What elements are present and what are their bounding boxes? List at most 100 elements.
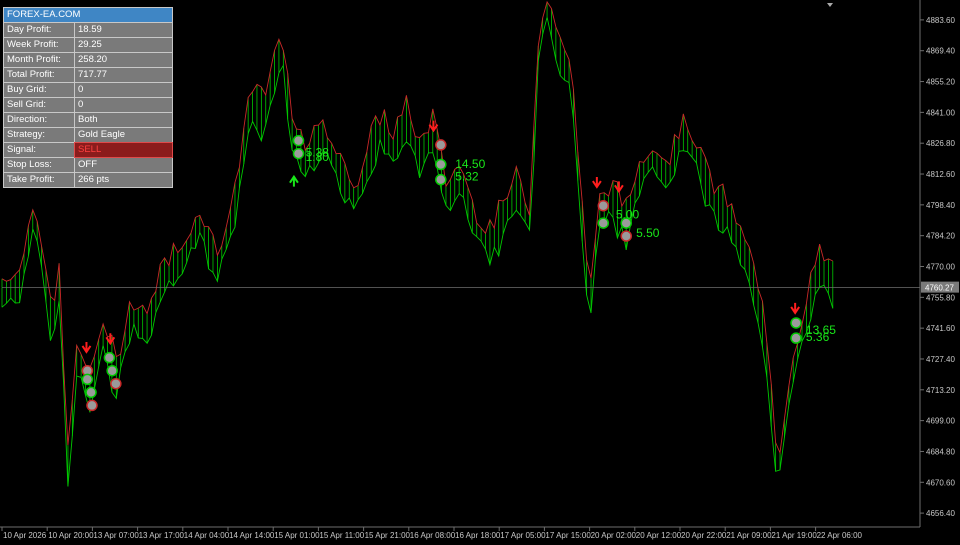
trade-circle-icon: [106, 364, 118, 377]
time-tick-label: 13 Apr 17:00: [139, 531, 185, 540]
time-tick-label: 17 Apr 15:00: [545, 531, 591, 540]
panel-row-label: Take Profit:: [4, 173, 75, 187]
time-tick-label: 15 Apr 11:00: [319, 531, 364, 540]
time-tick-label: 16 Apr 18:00: [455, 531, 501, 540]
trade-circle-icon: [620, 230, 632, 242]
panel-row: Sell Grid: 0: [3, 98, 173, 113]
time-tick-label: 21 Apr 19:00: [771, 531, 817, 540]
trade-label: 5.00: [616, 207, 640, 221]
panel-row-value: 0: [78, 84, 84, 95]
panel-row-value: SELL: [74, 142, 173, 158]
time-tick-label: 14 Apr 14:00: [229, 531, 275, 540]
time-tick-label: 10 Apr 2026: [3, 531, 47, 540]
time-axis: 10 Apr 2026 10 Apr 20:00 13 Apr 07:00 13 Ap…: [0, 526, 920, 540]
trade-label: 5.36: [806, 330, 830, 344]
trade-circle-icon: [435, 139, 447, 151]
panel-row-label: Signal:: [4, 143, 75, 157]
panel-row-value: 266 pts: [78, 174, 110, 185]
panel-row-value: OFF: [78, 159, 97, 170]
price-tick-label: 4841.00: [926, 108, 955, 117]
trade-circle-icon: [597, 199, 610, 212]
panel-row: Stop Loss: OFF: [3, 158, 173, 173]
panel-row: Direction: Both: [3, 113, 173, 128]
trade-label: 1.80: [306, 150, 330, 164]
panel-row-value: Gold Eagle: [78, 129, 126, 140]
trade-circle-icon: [292, 134, 305, 147]
time-tick-label: 10 Apr 20:00: [48, 531, 94, 540]
current-price-label: 4760.27: [925, 284, 954, 293]
price-tick-label: 4684.80: [926, 447, 955, 456]
buy-arrow-icon: [289, 174, 299, 187]
panel-header: FOREX-EA.COM: [3, 7, 173, 23]
price-tick-label: 4670.60: [926, 478, 955, 487]
time-tick-label: 15 Apr 01:00: [274, 531, 320, 540]
trade-circle-icon: [435, 158, 447, 171]
trade-circle-icon: [110, 377, 122, 390]
panel-row: Week Profit: 29.25: [3, 38, 173, 53]
price-tick-label: 4727.40: [926, 355, 955, 364]
panel-row: Take Profit: 266 pts: [3, 173, 173, 188]
time-tick-label: 13 Apr 07:00: [93, 531, 139, 540]
panel-row: Signal: SELL: [3, 142, 173, 158]
time-tick-label: 15 Apr 21:00: [365, 531, 411, 540]
sell-arrow-icon: [81, 341, 92, 354]
trade-label: 5.50: [636, 226, 660, 240]
time-tick-label: 22 Apr 06:00: [817, 531, 863, 540]
sell-arrow-icon: [592, 177, 602, 189]
trade-label: 5.32: [455, 169, 479, 183]
price-tick-label: 4869.40: [926, 47, 955, 56]
panel-row-value: 29.25: [78, 39, 102, 50]
panel-row-value: 18.59: [78, 24, 102, 35]
price-tick-label: 4798.40: [926, 201, 955, 210]
price-tick-label: 4656.40: [926, 509, 955, 518]
scroll-caret-icon[interactable]: [827, 3, 833, 7]
sell-arrow-icon: [614, 181, 624, 194]
panel-row-value: Both: [78, 114, 98, 125]
panel-row-label: Total Profit:: [4, 68, 75, 82]
panel-row-label: Month Profit:: [4, 53, 75, 67]
panel-row: Day Profit: 18.59: [3, 23, 173, 38]
panel-row-label: Strategy:: [4, 128, 75, 142]
price-tick-label: 4812.60: [926, 170, 955, 179]
panel-row-value: 717.77: [78, 69, 108, 80]
trade-circle-icon: [86, 399, 98, 412]
trade-circle-icon: [790, 332, 802, 344]
panel-row-value: 0: [78, 99, 84, 110]
trade-circle-icon: [103, 351, 116, 364]
panel-row-label: Direction:: [4, 113, 75, 127]
price-axis: 4883.60 4869.40 4855.20 4841.00 4826.80 4812.…: [827, 0, 959, 527]
trade-circle-icon: [435, 173, 447, 186]
trade-markers: 5.381.80 14.505.325.005.5013.655.36: [81, 120, 836, 412]
price-tick-label: 4755.80: [926, 293, 955, 302]
time-tick-label: 14 Apr 04:00: [184, 531, 230, 540]
price-tick-label: 4883.60: [926, 16, 955, 25]
panel-row-label: Stop Loss:: [4, 158, 75, 172]
trade-circle-icon: [292, 147, 305, 160]
panel-row-label: Day Profit:: [4, 23, 75, 37]
info-panel: FOREX-EA.COM Day Profit: 18.59 Week Profit…: [3, 7, 173, 188]
time-tick-label: 17 Apr 05:00: [500, 531, 546, 540]
panel-row: Total Profit: 717.77: [3, 68, 173, 83]
price-tick-label: 4784.20: [926, 232, 955, 241]
time-tick-label: 20 Apr 12:00: [636, 531, 682, 540]
time-tick-label: 16 Apr 08:00: [410, 531, 456, 540]
panel-row: Buy Grid: 0: [3, 83, 173, 98]
price-tick-label: 4713.20: [926, 386, 955, 395]
time-tick-label: 20 Apr 22:00: [681, 531, 727, 540]
price-tick-label: 4741.60: [926, 324, 955, 333]
time-tick-label: 21 Apr 09:00: [726, 531, 772, 540]
price-tick-label: 4826.80: [926, 139, 955, 148]
panel-row-label: Sell Grid:: [4, 98, 75, 112]
trade-circle-icon: [790, 317, 802, 329]
panel-row-value: 258.20: [78, 54, 108, 65]
panel-row: Strategy: Gold Eagle: [3, 128, 173, 143]
trade-circle-icon: [85, 386, 97, 399]
price-tick-label: 4855.20: [926, 78, 955, 87]
panel-row-label: Buy Grid:: [4, 83, 75, 97]
time-tick-label: 20 Apr 02:00: [591, 531, 637, 540]
panel-rows: Day Profit: 18.59 Week Profit: 29.25 Month P…: [3, 23, 173, 188]
price-tick-label: 4770.00: [926, 263, 955, 272]
trade-circle-icon: [81, 373, 94, 386]
trade-circle-icon: [597, 217, 610, 229]
panel-row: Month Profit: 258.20: [3, 53, 173, 68]
